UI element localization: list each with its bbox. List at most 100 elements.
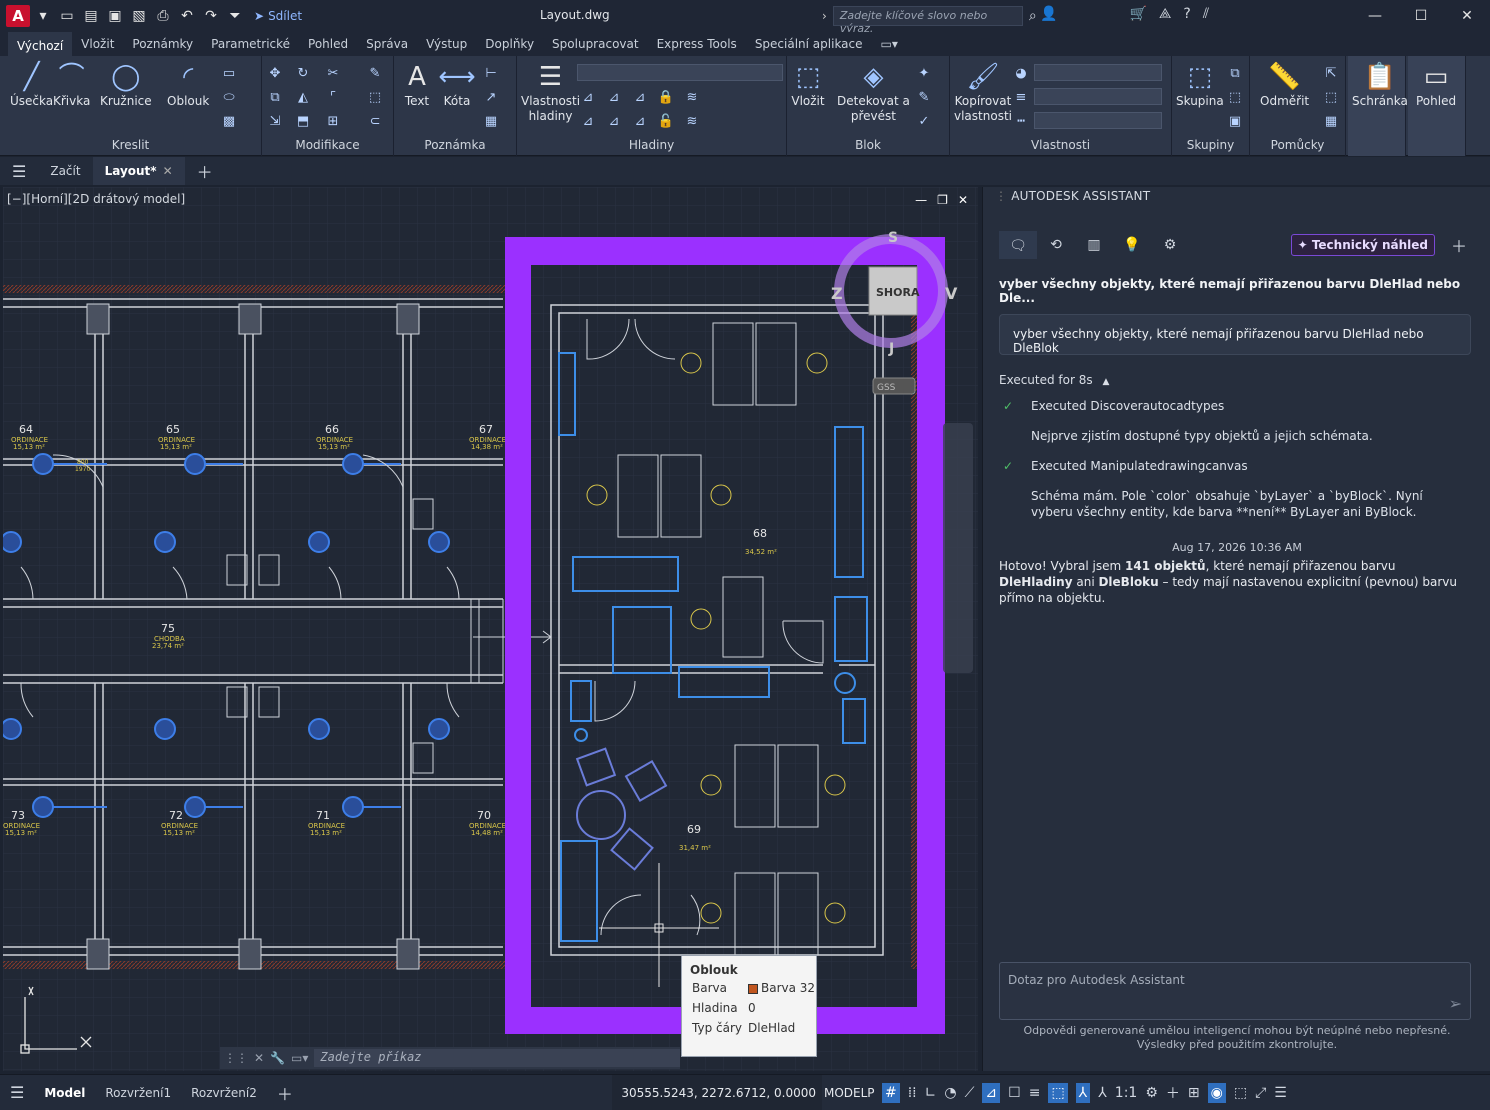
minimize-icon[interactable]: —	[1352, 0, 1398, 32]
calculator-icon[interactable]: ▦	[1322, 112, 1340, 130]
viewport-minimize-icon[interactable]: —	[915, 193, 927, 207]
erase-icon[interactable]: ✎	[366, 64, 384, 82]
layer-tool-icon[interactable]: ⊿	[605, 88, 623, 106]
hatch-icon[interactable]: ▩	[220, 112, 238, 130]
layer-tool-icon[interactable]: ≋	[683, 88, 701, 106]
selection-cycling-icon[interactable]: ⬚	[1048, 1083, 1068, 1103]
rotate-icon[interactable]: ↻	[294, 64, 312, 82]
save-as-icon[interactable]: ▧	[128, 5, 150, 27]
annotation-icon[interactable]: ⅄	[1075, 1083, 1091, 1103]
chat-icon[interactable]: 🗨	[999, 231, 1037, 259]
group-edit-icon[interactable]: ⬚	[1226, 88, 1244, 106]
coordinates-readout[interactable]: 30555.5243, 2272.6712, 0.0000	[612, 1075, 822, 1110]
panel-pohled[interactable]: ▭ Pohled	[1408, 56, 1466, 156]
plus-icon[interactable]: ＋	[1166, 1083, 1180, 1103]
close-icon[interactable]: ✕	[1444, 0, 1490, 32]
search-input[interactable]: Zadejte klíčové slovo nebo výraz.	[832, 6, 1023, 35]
line-tool[interactable]: ╱ Úsečka	[10, 60, 53, 109]
annotation-scale-icon[interactable]: ⅄	[1098, 1085, 1107, 1101]
toolbar-icon[interactable]: ⫽	[1203, 6, 1209, 22]
tab-vychozi[interactable]: Výchozí	[8, 32, 73, 56]
tab-express-tools[interactable]: Express Tools	[648, 32, 746, 56]
rectangle-icon[interactable]: ▭	[220, 64, 238, 82]
linear-dim-icon[interactable]: ⊢	[482, 64, 500, 82]
snap-icon[interactable]: ⁞⁞	[908, 1085, 917, 1101]
mirror-icon[interactable]: ◭	[294, 88, 312, 106]
panel-title-blok[interactable]: Blok	[787, 138, 949, 152]
panel-title-skupiny[interactable]: Skupiny	[1172, 138, 1249, 152]
viewport-close-icon[interactable]: ✕	[958, 193, 968, 207]
lock-icon[interactable]: 🔒	[657, 88, 675, 106]
panel-title-pomucky[interactable]: Pomůcky	[1250, 138, 1345, 152]
viewport-restore-icon[interactable]: ❐	[937, 193, 948, 207]
offset-icon[interactable]: ⊂	[366, 112, 384, 130]
add-layout-icon[interactable]: ＋	[267, 1075, 303, 1110]
open-file-icon[interactable]: ▤	[80, 5, 102, 27]
tab-rozvrzeni1[interactable]: Rozvržení1	[95, 1075, 181, 1110]
tab-spolupracovat[interactable]: Spolupracovat	[543, 32, 648, 56]
attribute-icon[interactable]: ✓	[915, 112, 933, 130]
layout-menu-icon[interactable]: ☰	[0, 1075, 34, 1110]
workspace-icon[interactable]: ⚙	[1145, 1085, 1158, 1101]
scale-icon[interactable]: ⬒	[294, 112, 312, 130]
drawing-canvas[interactable]: 64 ORDINACE 15,13 m² 65 ORDINACE 15,13 m…	[3, 187, 978, 1071]
trim-icon[interactable]: ✂	[324, 64, 342, 82]
tab-start[interactable]: Začít	[38, 157, 92, 185]
dropdown-icon[interactable]: ▾	[32, 5, 54, 27]
customize-qat-icon[interactable]: ⏷	[224, 5, 246, 27]
send-icon[interactable]: ➢	[1449, 994, 1462, 1013]
history-icon[interactable]: ⟲	[1037, 231, 1075, 259]
lineweight-combo[interactable]	[1034, 88, 1162, 105]
circle-tool[interactable]: ◯ Kružnice	[100, 60, 152, 109]
tab-sprava[interactable]: Správa	[357, 32, 417, 56]
share-button[interactable]: ➤ Sdílet	[254, 9, 302, 23]
linetype-combo[interactable]	[1034, 112, 1162, 129]
customize-status-icon[interactable]: ☰	[1274, 1085, 1287, 1101]
scale-label[interactable]: 1:1	[1115, 1085, 1138, 1101]
app-menu-button[interactable]: A	[6, 5, 30, 27]
layer-properties-tool[interactable]: ☰ Vlastnosti hladiny	[521, 60, 580, 124]
match-properties-tool[interactable]: 🖌 Kopírovat vlastnosti	[954, 60, 1012, 124]
command-input[interactable]: Zadejte příkaz	[314, 1049, 680, 1067]
group-select-icon[interactable]: ▣	[1226, 112, 1244, 130]
grip-icon[interactable]: ⋮⋮	[224, 1051, 248, 1065]
color-combo[interactable]	[1034, 64, 1162, 81]
ortho-icon[interactable]: ∟	[925, 1085, 937, 1101]
dynamic-input-icon[interactable]: ⊿	[982, 1083, 1001, 1103]
transparency-icon[interactable]: ≡	[1029, 1085, 1041, 1101]
library-icon[interactable]: ▥	[1075, 231, 1113, 259]
lineweight-toggle-icon[interactable]: ☐	[1008, 1085, 1021, 1101]
table-icon[interactable]: ▦	[482, 112, 500, 130]
panel-title-kreslit[interactable]: Kreslit	[0, 138, 261, 152]
polyline-tool[interactable]: ⌒ Křivka	[53, 60, 90, 109]
fillet-icon[interactable]: ⌜	[324, 88, 342, 106]
drawing-viewport[interactable]: 64 ORDINACE 15,13 m² 65 ORDINACE 15,13 m…	[3, 187, 978, 1071]
panel-title-poznamka[interactable]: Poznámka	[394, 138, 516, 152]
tab-parametricke[interactable]: Parametrické	[202, 32, 299, 56]
polar-icon[interactable]: ◔	[944, 1085, 956, 1101]
select-all-icon[interactable]: ⬚	[1322, 88, 1340, 106]
layer-tool-icon[interactable]: ⊿	[631, 112, 649, 130]
layer-tool-icon[interactable]: ⊿	[605, 112, 623, 130]
tab-vystup[interactable]: Výstup	[417, 32, 476, 56]
panel-title-modifikace[interactable]: Modifikace	[262, 138, 393, 152]
model-space-toggle[interactable]: MODELP	[824, 1075, 875, 1110]
tab-poznamky[interactable]: Poznámky	[123, 32, 202, 56]
dimension-tool[interactable]: ⟷ Kóta	[438, 60, 475, 109]
executed-toggle[interactable]: Executed for 8s ▲	[999, 373, 1109, 387]
redo-icon[interactable]: ↷	[200, 5, 222, 27]
measure-tool[interactable]: 📏 Odměřit	[1260, 60, 1309, 109]
create-block-icon[interactable]: ✦	[915, 64, 933, 82]
array-icon[interactable]: ⊞	[324, 112, 342, 130]
lightbulb-icon[interactable]: 💡	[1113, 231, 1151, 259]
file-menu-icon[interactable]: ☰	[0, 157, 38, 185]
viewport-label[interactable]: [−][Horní][2D drátový model]	[7, 192, 185, 206]
new-file-icon[interactable]: ▭	[56, 5, 78, 27]
leader-icon[interactable]: ↗	[482, 88, 500, 106]
print-icon[interactable]: ⎙	[152, 5, 174, 27]
move-icon[interactable]: ✥	[266, 64, 284, 82]
tab-vlozit[interactable]: Vložit	[72, 32, 123, 56]
save-icon[interactable]: ▣	[104, 5, 126, 27]
technical-preview-badge[interactable]: ✦ Technický náhled	[1290, 234, 1435, 256]
search-icon[interactable]: ⌕	[1029, 8, 1037, 24]
